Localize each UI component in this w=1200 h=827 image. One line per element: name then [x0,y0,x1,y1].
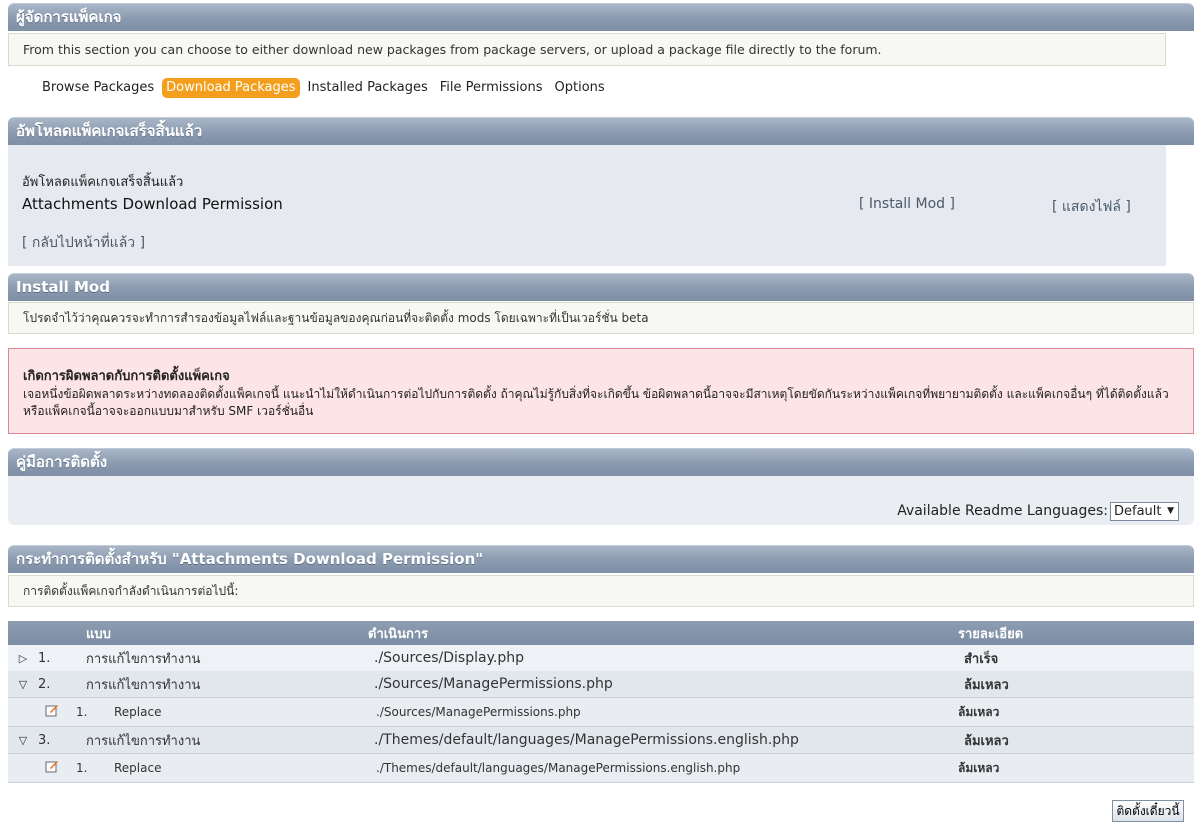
table-row: ▽ 3. การแก้ไขการทำงาน ./Themes/default/l… [8,726,1194,754]
sub-row-type: Replace [114,761,162,775]
row-status: ล้มเหลว [958,671,1194,698]
package-name: Attachments Download Permission [22,195,283,213]
upload-message: อัพโหลดแพ็คเกจเสร็จสิ้นแล้ว [22,175,184,190]
sub-row-number: 1. [76,705,88,719]
tab-browse-packages[interactable]: Browse Packages [38,78,158,98]
table-row: ▷ 1. การแก้ไขการทำงาน ./Sources/Display.… [8,645,1194,671]
error-body: เจอหนึ่งข้อผิดพลาดระหว่างทดลองติดตั้งแพ็… [23,387,1169,418]
row-status: ล้มเหลว [958,726,1194,754]
row-type: การแก้ไขการทำงาน [66,671,368,698]
sub-row-file: ./Themes/default/languages/ManagePermiss… [368,753,958,783]
triangle-down-icon[interactable]: ▽ [19,678,27,691]
upload-complete-panel: อัพโหลดแพ็คเกจเสร็จสิ้นแล้ว Attachments … [8,145,1166,266]
readme-language-select[interactable]: Default ▼ [1110,502,1179,521]
package-manager-description: From this section you can choose to eith… [8,33,1166,66]
actions-header: กระทำการติดตั้งสำหรับ "Attachments Downl… [8,545,1194,573]
triangle-right-icon[interactable]: ▷ [19,652,27,665]
row-file: ./Themes/default/languages/ManagePermiss… [368,726,958,754]
backup-note: โปรดจำไว้ว่าคุณควรจะทำการสำรองข้อมูลไฟล์… [8,302,1194,334]
install-mod-link[interactable]: [ Install Mod ] [859,196,955,212]
dropdown-arrow-icon: ▼ [1167,506,1174,516]
row-status: สำเร็จ [958,645,1194,671]
sub-row-status: ล้มเหลว [958,753,1194,783]
install-mod-header: Install Mod [8,273,1194,301]
triangle-down-icon[interactable]: ▽ [19,734,27,747]
edit-icon [45,705,58,717]
tab-options[interactable]: Options [551,78,609,98]
back-link[interactable]: [ กลับไปหน้าที่แล้ว ] [22,232,145,254]
sub-row-file: ./Sources/ManagePermissions.php [368,697,958,727]
column-action: ดำเนินการ [368,621,958,645]
actions-table: แบบ ดำเนินการ รายละเอียด ▷ 1. การแก้ไขกา… [8,621,1194,783]
row-number: 3. [38,726,66,754]
column-description: รายละเอียด [958,621,1194,645]
install-error-box: เกิดการผิดพลาดกับการติดตั้งแพ็คเกจ เจอหน… [8,348,1194,434]
package-manager-header: ผู้จัดการแพ็คเกจ [8,3,1194,31]
sub-row: 1. Replace ./Themes/default/languages/Man… [8,753,1194,783]
sub-row-type: Replace [114,705,162,719]
package-tabs: Browse Packages Download Packages Instal… [38,78,609,98]
readme-language-value: Default [1114,504,1162,519]
edit-icon [45,761,58,773]
sub-row-status: ล้มเหลว [958,697,1194,727]
error-title: เกิดการผิดพลาดกับการติดตั้งแพ็คเกจ [23,369,230,384]
sub-row: 1. Replace ./Sources/ManagePermissions.ph… [8,697,1194,727]
tab-installed-packages[interactable]: Installed Packages [304,78,432,98]
row-type: การแก้ไขการทำงาน [66,645,368,671]
install-now-button[interactable]: ติดตั้งเดี๋ยวนี้ [1112,800,1184,822]
row-file: ./Sources/Display.php [368,645,958,671]
sub-row-number: 1. [76,761,88,775]
tab-download-packages[interactable]: Download Packages [162,78,300,98]
tab-file-permissions[interactable]: File Permissions [436,78,547,98]
row-number: 2. [38,671,66,698]
readme-panel: Available Readme Languages: [8,476,1194,525]
actions-intro: การติดตั้งแพ็คเกจกำลังดำเนินการต่อไปนี้: [8,575,1194,607]
column-type: แบบ [66,621,368,645]
actions-table-header: แบบ ดำเนินการ รายละเอียด [8,621,1194,645]
readme-header: คู่มือการติดตั้ง [8,448,1194,476]
row-file: ./Sources/ManagePermissions.php [368,671,958,698]
row-number: 1. [38,645,66,671]
show-files-link[interactable]: [ แสดงไฟล์ ] [1052,196,1131,218]
table-row: ▽ 2. การแก้ไขการทำงาน ./Sources/ManagePe… [8,671,1194,698]
upload-complete-header: อัพโหลดแพ็คเกจเสร็จสิ้นแล้ว [8,117,1194,145]
row-type: การแก้ไขการทำงาน [66,726,368,754]
readme-languages-label: Available Readme Languages: [897,503,1108,519]
